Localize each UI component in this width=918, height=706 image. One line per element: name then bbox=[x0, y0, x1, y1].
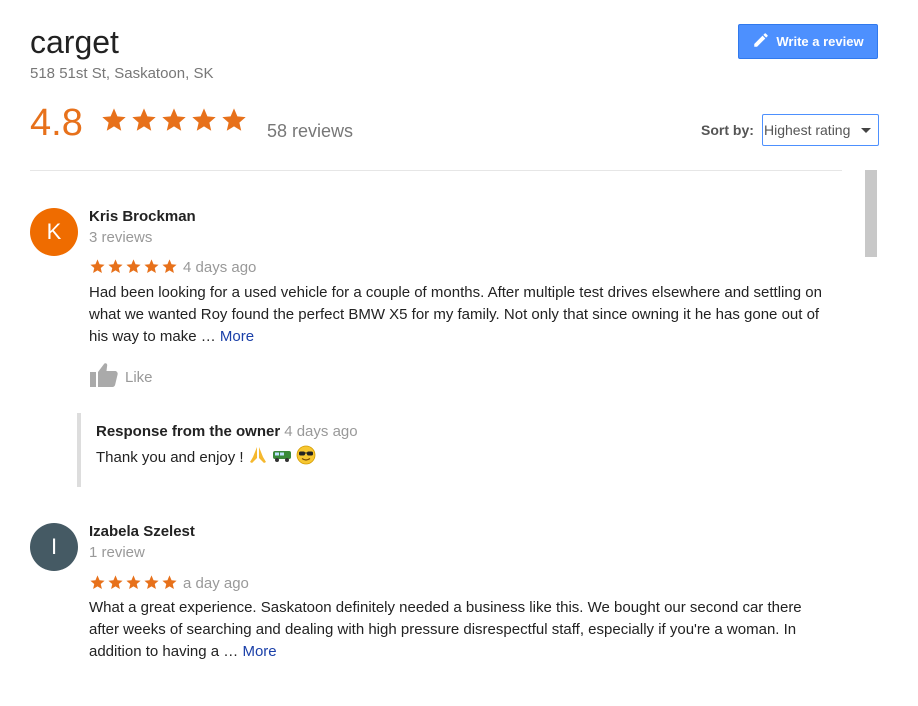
avatar[interactable]: I bbox=[30, 523, 78, 571]
sort-value: Highest rating bbox=[764, 122, 851, 138]
owner-response-title: Response from the owner bbox=[96, 423, 281, 440]
write-review-button[interactable]: Write a review bbox=[738, 24, 878, 59]
owner-response-header: Response from the owner 4 days ago bbox=[96, 423, 358, 440]
business-address: 518 51st St, Saskatoon, SK bbox=[30, 65, 214, 82]
sort-dropdown[interactable]: Highest rating bbox=[762, 114, 879, 146]
review-text: What a great experience. Saskatoon defin… bbox=[89, 597, 829, 663]
owner-response-text: Thank you and enjoy ! bbox=[96, 445, 316, 469]
star-icon bbox=[90, 575, 105, 590]
reviewer-name[interactable]: Kris Brockman bbox=[89, 208, 196, 225]
review-stars bbox=[89, 574, 178, 591]
pencil-icon bbox=[752, 31, 770, 52]
divider bbox=[30, 170, 842, 171]
business-name: carget bbox=[30, 24, 119, 60]
star-icon bbox=[162, 108, 186, 131]
star-icon bbox=[162, 259, 177, 274]
star-icon bbox=[102, 108, 126, 131]
chevron-down-icon bbox=[861, 128, 871, 133]
star-icon bbox=[132, 108, 156, 131]
review-time: 4 days ago bbox=[183, 259, 257, 276]
star-icon bbox=[90, 259, 105, 274]
star-icon bbox=[126, 259, 141, 274]
review-body: What a great experience. Saskatoon defin… bbox=[89, 599, 802, 660]
review-body: Had been looking for a used vehicle for … bbox=[89, 284, 822, 345]
star-icon bbox=[144, 259, 159, 274]
sunglasses-face-icon bbox=[296, 445, 316, 469]
star-icon bbox=[192, 108, 216, 131]
owner-response: Response from the owner 4 days ago Thank … bbox=[77, 413, 681, 487]
review-text: Had been looking for a used vehicle for … bbox=[89, 282, 829, 348]
sort-label: Sort by: bbox=[701, 122, 754, 138]
owner-response-body: Thank you and enjoy ! bbox=[96, 448, 244, 466]
more-link[interactable]: More bbox=[220, 328, 254, 345]
reviewer-name[interactable]: Izabela Szelest bbox=[89, 523, 195, 540]
star-icon bbox=[144, 575, 159, 590]
star-icon bbox=[126, 575, 141, 590]
like-button[interactable]: Like bbox=[89, 362, 153, 392]
star-icon bbox=[108, 259, 123, 274]
more-link[interactable]: More bbox=[242, 643, 276, 660]
average-rating-stars bbox=[100, 106, 248, 134]
avatar[interactable]: K bbox=[30, 208, 78, 256]
reviewer-review-count: 1 review bbox=[89, 544, 145, 561]
reviewer-review-count: 3 reviews bbox=[89, 229, 153, 246]
scrollbar-thumb[interactable] bbox=[865, 170, 877, 257]
star-icon bbox=[162, 575, 177, 590]
owner-response-time: 4 days ago bbox=[284, 423, 358, 440]
star-icon bbox=[222, 108, 246, 131]
star-icon bbox=[108, 575, 123, 590]
like-label: Like bbox=[125, 368, 153, 386]
review-count: 58 reviews bbox=[267, 121, 354, 141]
folded-hands-icon bbox=[248, 445, 268, 469]
thumbs-up-icon bbox=[89, 362, 119, 392]
review-stars bbox=[89, 258, 178, 275]
write-review-label: Write a review bbox=[776, 34, 864, 49]
car-icon bbox=[272, 445, 292, 469]
review-time: a day ago bbox=[183, 575, 249, 592]
average-rating: 4.8 bbox=[30, 102, 83, 144]
